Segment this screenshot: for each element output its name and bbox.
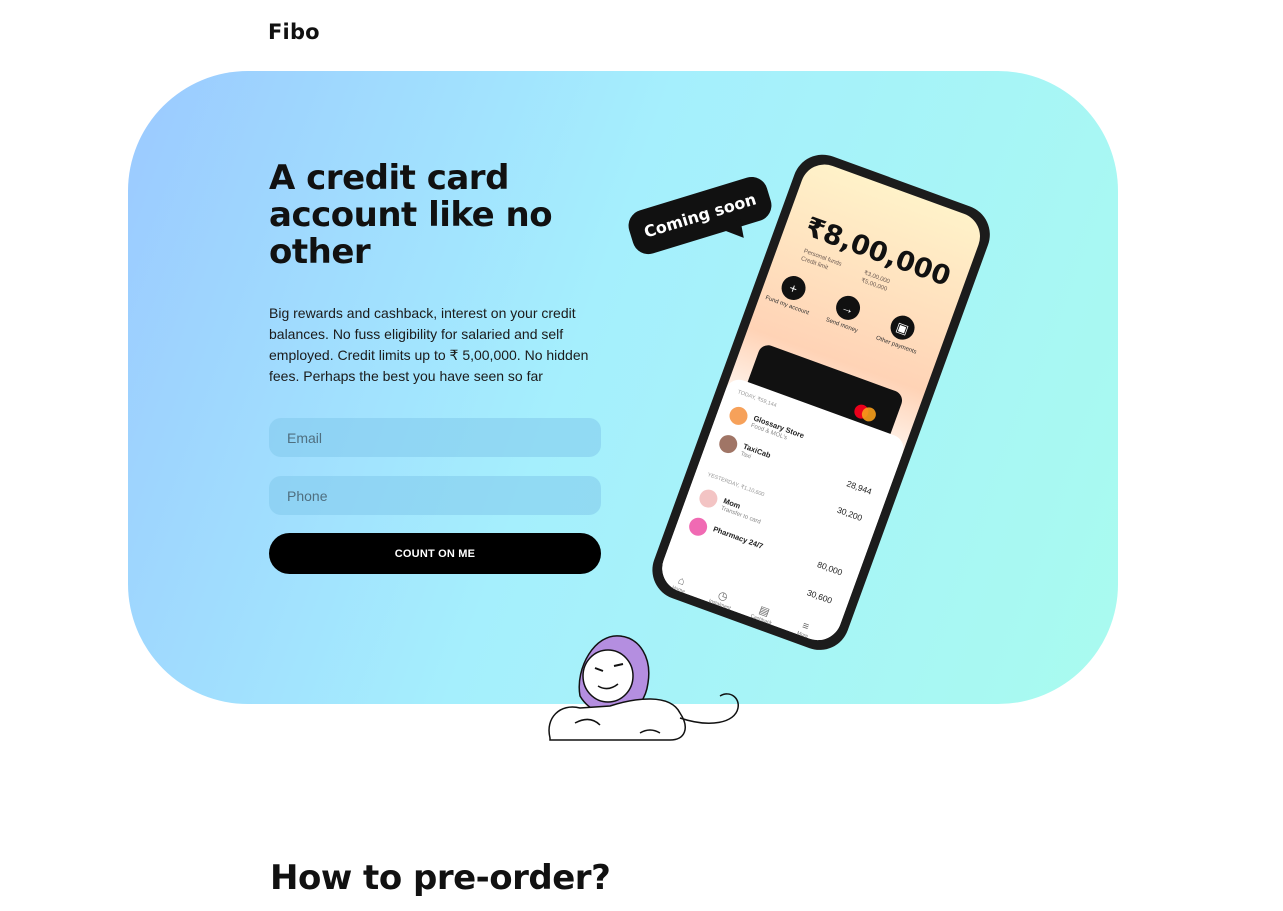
- transaction-amount: 30,600: [805, 587, 834, 606]
- fund-account-action: + Fund my account: [762, 268, 821, 318]
- avatar: [696, 487, 720, 511]
- balance-values: ₹3,00,000 ₹5,00,000: [860, 269, 891, 293]
- nav-more: ≡ More: [781, 613, 829, 645]
- other-payments-action: ▣ Other payments: [871, 308, 930, 358]
- hero-headline: A credit card account like no other: [269, 158, 553, 272]
- wallet-icon: ▣: [887, 312, 918, 344]
- pharmacy-icon: [686, 515, 710, 539]
- count-on-me-button[interactable]: COUNT ON ME: [269, 533, 601, 574]
- lion-mascot-illustration: [548, 635, 739, 741]
- store-icon: [726, 404, 751, 428]
- send-money-action: → Send money: [817, 288, 876, 338]
- how-to-preorder-heading: How to pre-order?: [270, 858, 611, 898]
- taxi-icon: [716, 432, 740, 456]
- transaction-amount: 30,200: [835, 504, 864, 523]
- hero-description: Big rewards and cashback, interest on yo…: [269, 305, 589, 384]
- phone-field[interactable]: [269, 476, 601, 515]
- plus-icon: +: [778, 272, 809, 304]
- logo[interactable]: Fibo: [268, 20, 320, 44]
- nav-cashback: ▤ Cashback: [739, 597, 787, 630]
- email-field[interactable]: [269, 418, 601, 457]
- transaction-category: Transfer to card: [719, 505, 762, 526]
- nav-instalment: ◷ Instalment: [698, 582, 746, 615]
- arrow-right-icon: →: [832, 292, 864, 324]
- today-label: TODAY, ₹59,144: [736, 389, 778, 410]
- nav-home: ⌂ Home: [657, 568, 705, 600]
